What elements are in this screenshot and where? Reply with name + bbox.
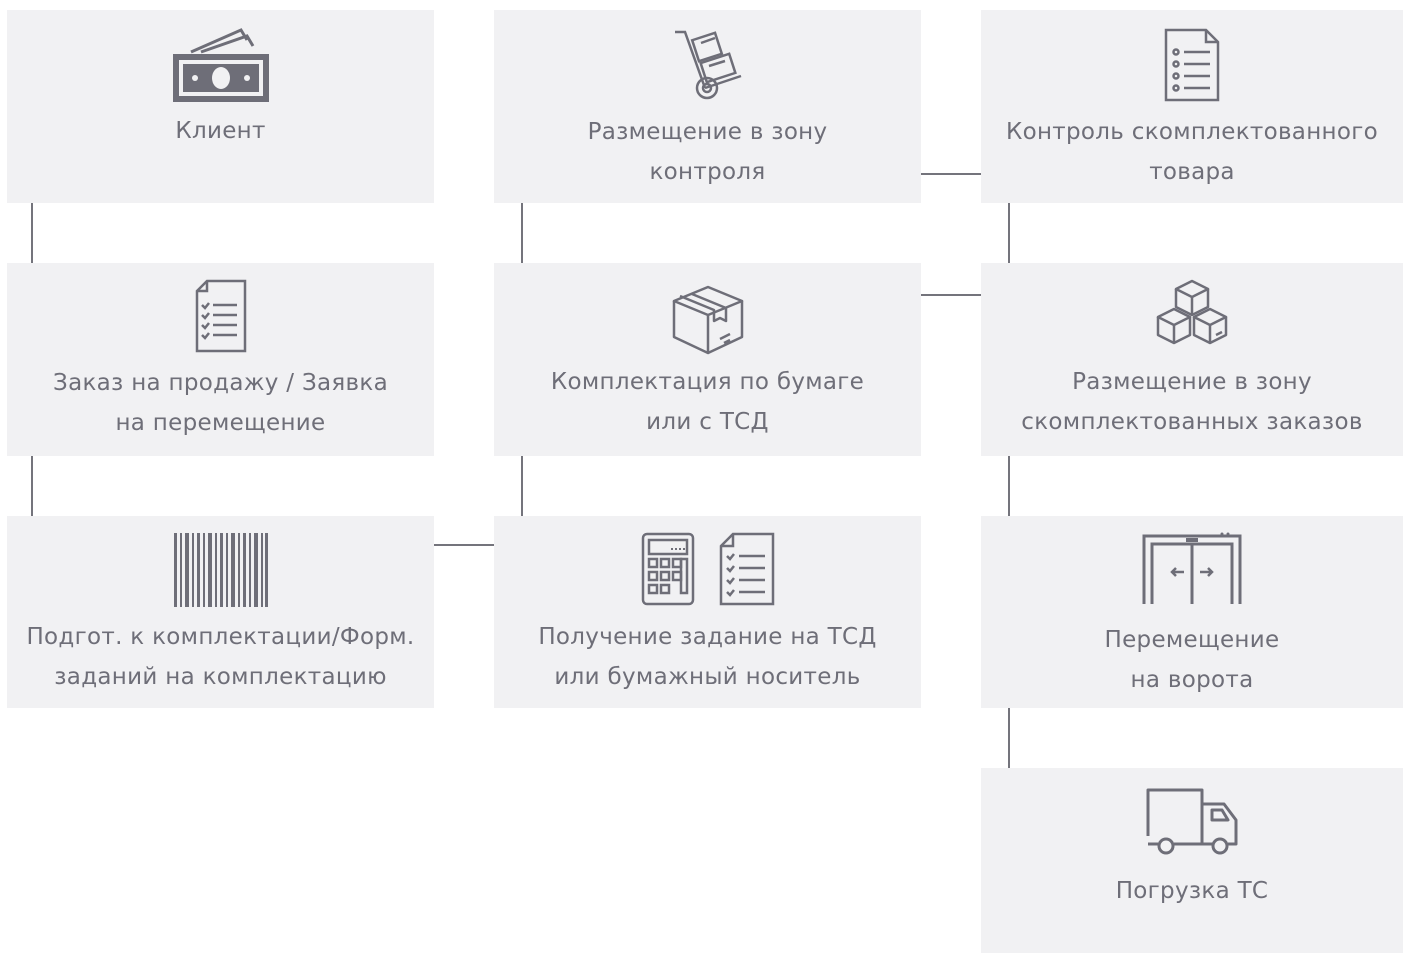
node-client-label: Клиент [175,118,266,144]
node-prep-label: Подгот. к комплектации/Форм. заданий на … [26,624,415,690]
stacked-boxes-icon [1154,279,1230,353]
connector-control-placepicked [1008,203,1010,263]
node-control: Контроль скомплектованного товара [981,10,1403,203]
node-loading: Погрузка ТС [981,768,1403,953]
node-receive-label: Получение задание на ТСД или бумажный но… [538,624,877,690]
node-prep: Подгот. к комплектации/Форм. заданий на … [7,516,434,708]
node-order: Заказ на продажу / Заявка на перемещение [7,263,434,456]
connector-pick-placepicked [921,294,981,296]
connector-order-prep [31,456,33,516]
process-flow-diagram: Клиент Заказ на продажу / Заявка на пере… [0,0,1403,953]
node-place-picked-label: Размещение в зону скомплектованных заказ… [1021,369,1363,435]
sliding-gate-icon [1142,532,1242,606]
connector-client-order [31,203,33,263]
connector-movegate-loading [1008,708,1010,768]
node-place-picked: Размещение в зону скомплектованных заказ… [981,263,1403,456]
list-document-icon [1164,28,1220,102]
calculator-document-icon [641,532,775,606]
node-loading-label: Погрузка ТС [1115,878,1269,904]
connector-pick-placecontrol [521,203,523,263]
node-pick-label: Комплектация по бумаге или с ТСД [550,369,865,435]
node-control-label: Контроль скомплектованного товара [1005,119,1379,185]
node-client: Клиент [7,10,434,203]
barcode-icon [173,533,268,607]
node-move-gate-label: Перемещение на ворота [1104,627,1280,693]
node-order-label: Заказ на продажу / Заявка на перемещение [53,370,388,436]
package-box-icon [672,283,744,355]
connector-prep-receive [434,544,494,546]
checklist-icon [193,279,249,353]
connector-placecontrol-control [921,173,981,175]
money-icon [171,28,271,104]
hand-truck-icon [671,26,745,102]
node-pick: Комплектация по бумаге или с ТСД [494,263,921,456]
node-receive: Получение задание на ТСД или бумажный но… [494,516,921,708]
node-move-gate: Перемещение на ворота [981,516,1403,708]
node-place-control-label: Размещение в зону контроля [587,119,828,185]
connector-placepicked-movegate [1008,456,1010,516]
truck-icon [1144,786,1240,858]
connector-receive-pick [521,456,523,516]
node-place-control: Размещение в зону контроля [494,10,921,203]
